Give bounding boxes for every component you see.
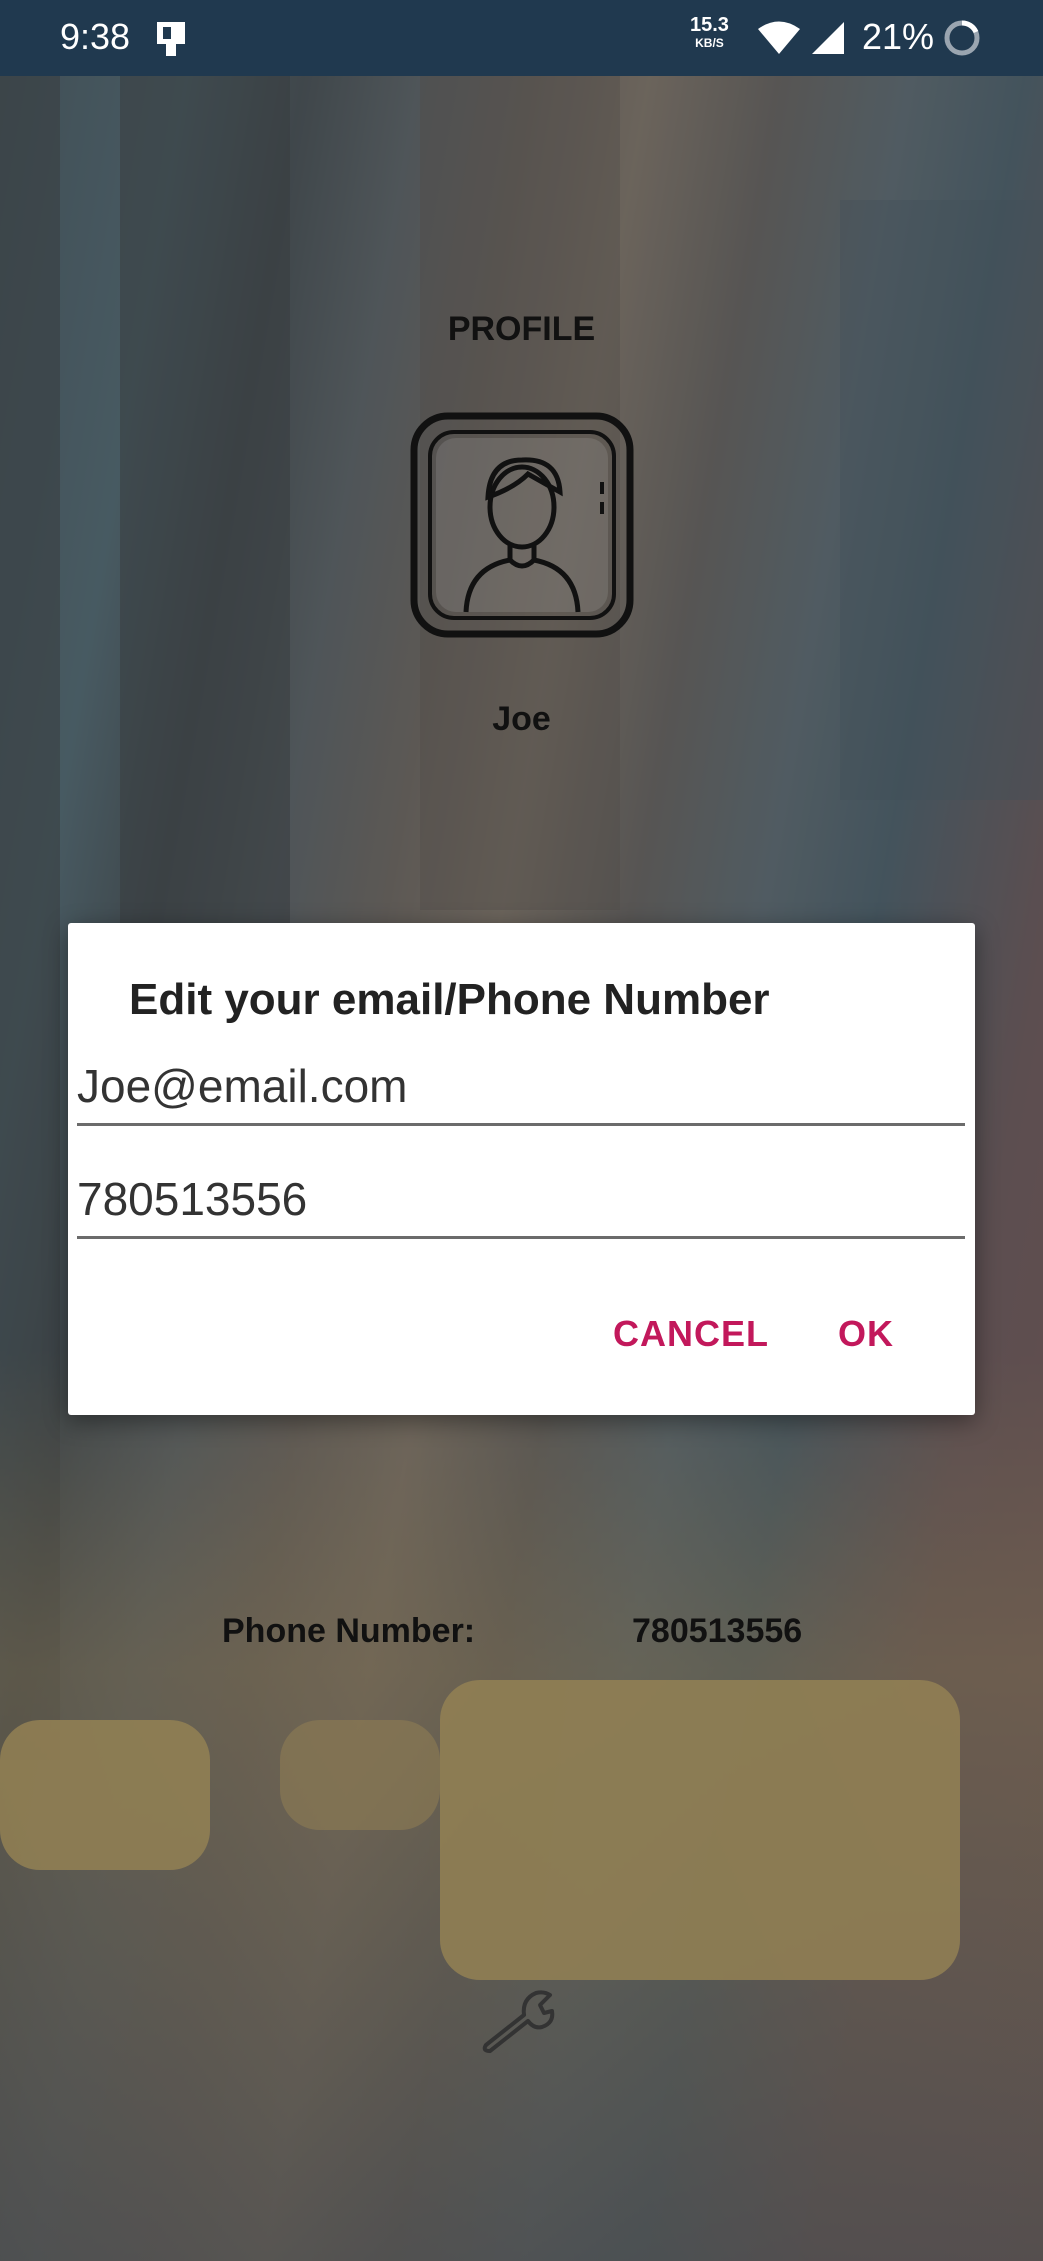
notification-icon <box>157 22 185 56</box>
profile-name: Joe <box>492 700 551 738</box>
phone-number-label: Phone Number: <box>222 1612 476 1650</box>
edit-contact-dialog: Edit your email/Phone Number CANCEL OK <box>68 923 975 1415</box>
user-avatar-icon[interactable] <box>410 412 634 638</box>
dialog-title: Edit your email/Phone Number <box>129 975 770 1024</box>
status-time: 9:38 <box>60 16 131 57</box>
email-field[interactable] <box>77 1059 965 1126</box>
phone-number-value: 780513556 <box>632 1612 803 1650</box>
cancel-button[interactable]: CANCEL <box>613 1313 769 1355</box>
signal-icon <box>812 22 844 54</box>
wifi-icon <box>758 21 800 54</box>
battery-percent: 21% <box>862 16 935 57</box>
page-title: PROFILE <box>447 310 596 348</box>
wrench-icon[interactable] <box>478 1985 558 2055</box>
phone-number-field[interactable] <box>77 1172 965 1239</box>
network-speed: 15.3 KB/S <box>690 14 729 50</box>
ok-button[interactable]: OK <box>838 1313 894 1355</box>
status-bar: 9:38 15.3 KB/S 21% <box>0 0 1043 76</box>
battery-circle-icon <box>944 20 980 56</box>
